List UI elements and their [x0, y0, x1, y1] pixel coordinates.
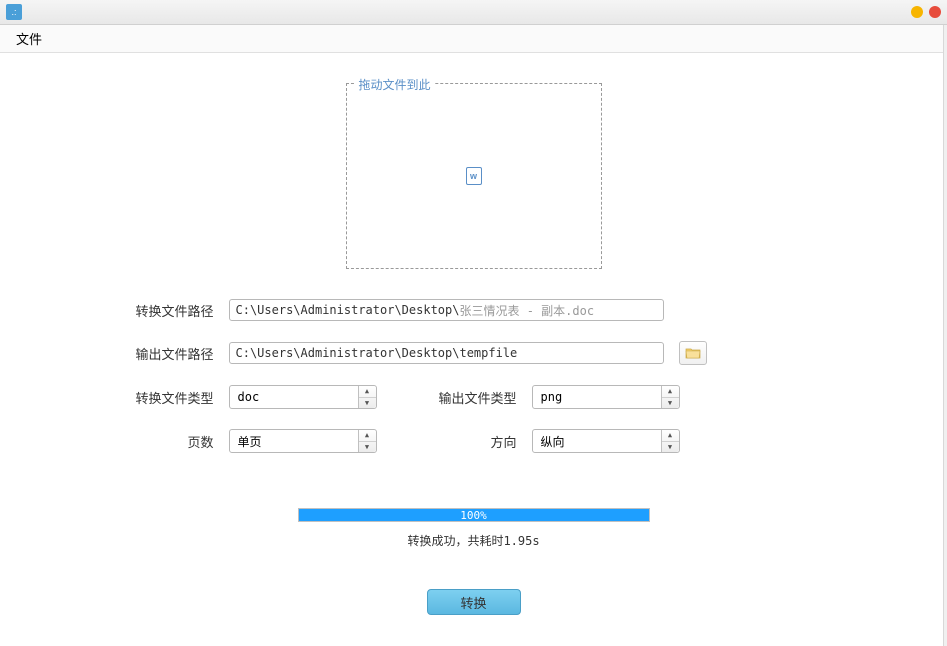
folder-icon	[685, 346, 701, 360]
chevron-up-icon[interactable]: ▲	[359, 386, 376, 398]
close-button[interactable]	[929, 6, 941, 18]
label-input-path: 转换文件路径	[124, 301, 214, 320]
menubar: 文件	[0, 25, 947, 53]
titlebar-left: .:	[6, 4, 22, 20]
chevron-down-icon[interactable]: ▼	[662, 398, 679, 409]
content-area: 拖动文件到此 转换文件路径 C:\Users\Administrator\Des…	[0, 53, 947, 615]
chevron-up-icon[interactable]: ▲	[359, 430, 376, 442]
pages-select[interactable]: 单页 ▲ ▼	[229, 429, 377, 453]
scrollbar-track[interactable]	[943, 25, 947, 646]
input-path-filename: 张三情况表 - 副本.doc	[459, 302, 594, 319]
orientation-spinner[interactable]: ▲ ▼	[661, 430, 679, 452]
convert-button[interactable]: 转换	[427, 589, 521, 615]
menu-file[interactable]: 文件	[8, 25, 50, 52]
orientation-value: 纵向	[541, 433, 565, 450]
input-path-field[interactable]: C:\Users\Administrator\Desktop\张三情况表 - 副…	[229, 299, 664, 321]
row-types: 转换文件类型 doc ▲ ▼ 输出文件类型 png ▲ ▼	[124, 385, 824, 409]
orientation-select[interactable]: 纵向 ▲ ▼	[532, 429, 680, 453]
label-output-type: 输出文件类型	[432, 388, 517, 407]
titlebar: .:	[0, 0, 947, 25]
input-type-select[interactable]: doc ▲ ▼	[229, 385, 377, 409]
form: 转换文件路径 C:\Users\Administrator\Desktop\张三…	[124, 299, 824, 453]
progress-percent: 100%	[460, 509, 487, 522]
output-type-select[interactable]: png ▲ ▼	[532, 385, 680, 409]
window-controls	[911, 6, 941, 18]
word-doc-icon	[466, 167, 482, 185]
row-input-path: 转换文件路径 C:\Users\Administrator\Desktop\张三…	[124, 299, 824, 321]
progress-bar: 100%	[298, 508, 650, 522]
input-type-value: doc	[238, 390, 260, 404]
label-input-type: 转换文件类型	[124, 388, 214, 407]
output-type-spinner[interactable]: ▲ ▼	[661, 386, 679, 408]
output-type-value: png	[541, 390, 563, 404]
status-text: 转换成功，共耗时1.95s	[407, 532, 539, 549]
input-path-prefix: C:\Users\Administrator\Desktop\	[236, 303, 460, 317]
output-path-field[interactable]	[229, 342, 664, 364]
drop-zone-wrap: 拖动文件到此	[346, 83, 602, 269]
label-output-path: 输出文件路径	[124, 344, 214, 363]
chevron-down-icon[interactable]: ▼	[662, 442, 679, 453]
pages-value: 单页	[238, 433, 262, 450]
chevron-down-icon[interactable]: ▼	[359, 398, 376, 409]
row-pages-orientation: 页数 单页 ▲ ▼ 方向 纵向 ▲ ▼	[124, 429, 824, 453]
chevron-down-icon[interactable]: ▼	[359, 442, 376, 453]
chevron-up-icon[interactable]: ▲	[662, 386, 679, 398]
input-type-spinner[interactable]: ▲ ▼	[358, 386, 376, 408]
drop-zone[interactable]: 拖动文件到此	[346, 83, 602, 269]
minimize-button[interactable]	[911, 6, 923, 18]
chevron-up-icon[interactable]: ▲	[662, 430, 679, 442]
app-icon: .:	[6, 4, 22, 20]
progress-area: 100% 转换成功，共耗时1.95s 转换	[298, 508, 650, 615]
row-output-path: 输出文件路径	[124, 341, 824, 365]
drop-zone-label: 拖动文件到此	[355, 76, 435, 93]
label-orientation: 方向	[432, 432, 517, 451]
pages-spinner[interactable]: ▲ ▼	[358, 430, 376, 452]
label-pages: 页数	[124, 432, 214, 451]
browse-folder-button[interactable]	[679, 341, 707, 365]
